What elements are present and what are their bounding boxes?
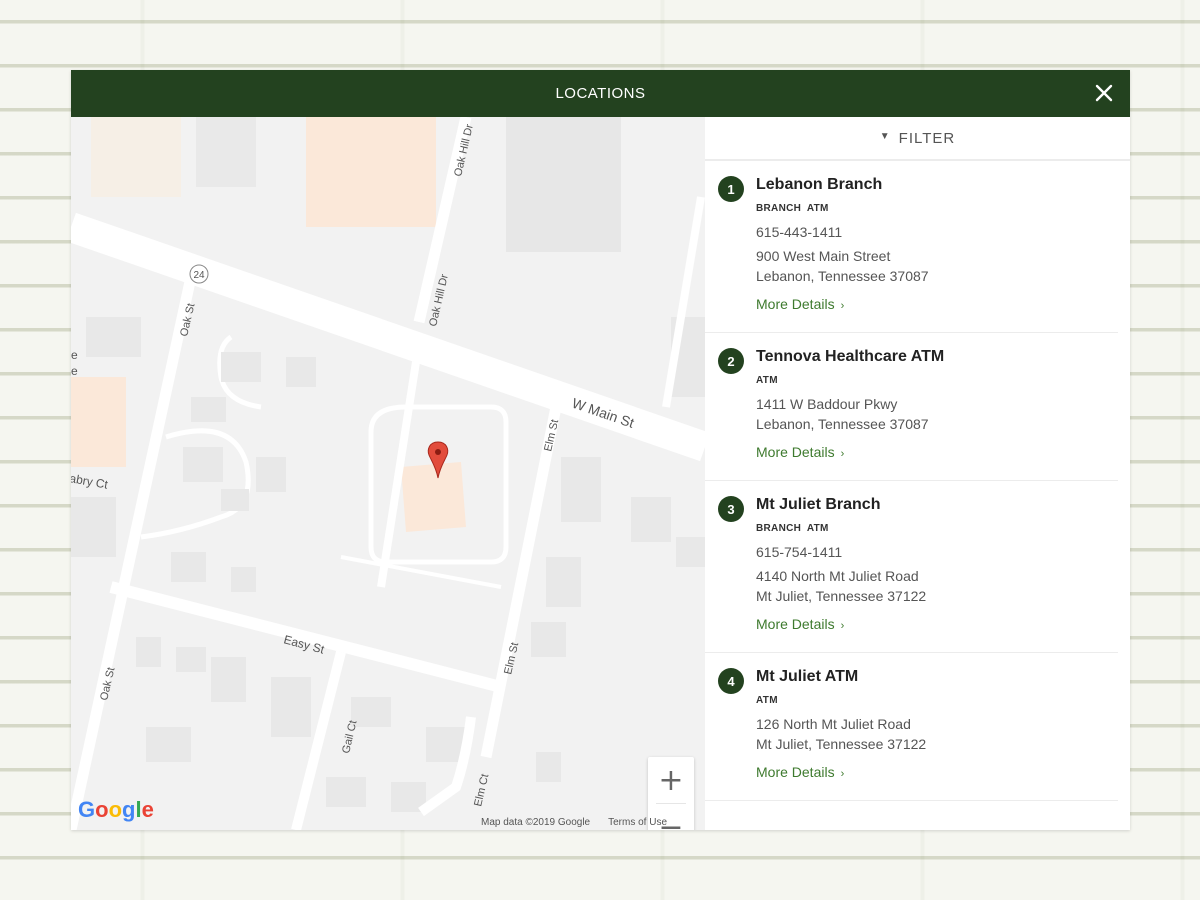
- location-item[interactable]: 2 Tennova Healthcare ATM ATM 1411 W Badd…: [705, 333, 1118, 481]
- house: [211, 657, 246, 702]
- filter-label: FILTER: [898, 129, 956, 147]
- building-top-left: [91, 117, 181, 197]
- house: [221, 489, 249, 511]
- location-phone[interactable]: 615-443-1411: [756, 223, 1118, 241]
- house: [191, 397, 226, 422]
- google-logo[interactable]: Google: [78, 797, 154, 823]
- building-top: [196, 117, 256, 187]
- house: [546, 557, 581, 607]
- location-tags: BRANCH ATM: [756, 523, 829, 534]
- location-tags: ATM: [756, 375, 778, 386]
- building-orange-top: [306, 117, 436, 227]
- more-details-label: More Details: [756, 444, 835, 460]
- map-data-credit: Map data ©2019 Google: [481, 817, 591, 828]
- house: [183, 447, 223, 482]
- location-item[interactable]: 1 Lebanon Branch BRANCH ATM 615-443-1411…: [705, 161, 1118, 333]
- building-left: [86, 317, 141, 357]
- location-phone[interactable]: 615-754-1411: [756, 543, 1118, 561]
- building-top-right: [506, 117, 621, 252]
- more-details-label: More Details: [756, 296, 835, 312]
- location-tags: ATM: [756, 695, 778, 706]
- more-details-link[interactable]: More Details ›: [756, 296, 844, 312]
- chevron-right-icon: ›: [840, 448, 845, 460]
- chevron-right-icon: ›: [840, 300, 845, 312]
- bank-building: [401, 462, 466, 532]
- house: [136, 637, 161, 667]
- location-number-badge: 2: [718, 348, 744, 374]
- modal-header: LOCATIONS: [71, 70, 1130, 117]
- edge-label: e: [71, 348, 78, 362]
- location-name: Mt Juliet Branch: [756, 496, 881, 513]
- edge-label: e: [71, 364, 78, 378]
- terms-link[interactable]: Terms of Use: [608, 817, 667, 828]
- more-details-label: More Details: [756, 616, 835, 632]
- building-orange-left: [71, 377, 126, 467]
- house: [536, 752, 561, 782]
- house: [171, 552, 206, 582]
- house: [146, 727, 191, 762]
- location-name: Mt Juliet ATM: [756, 668, 859, 685]
- house: [256, 457, 286, 492]
- locations-panel: ▼ FILTER 1 Lebanon Branch BRANCH ATM 615…: [705, 117, 1130, 830]
- building-left-2: [71, 497, 116, 557]
- location-address-line1: 4140 North Mt Juliet Road: [756, 568, 919, 584]
- location-name: Tennova Healthcare ATM: [756, 348, 945, 365]
- house: [326, 777, 366, 807]
- more-details-label: More Details: [756, 764, 835, 780]
- zoom-in-button[interactable]: +: [648, 757, 694, 803]
- location-item[interactable]: 4 Mt Juliet ATM ATM 126 North Mt Juliet …: [705, 653, 1118, 801]
- map[interactable]: 24 W Main St Oak St Oak Hill Dr Oak Hill…: [71, 117, 705, 830]
- house: [531, 622, 566, 657]
- location-number-badge: 3: [718, 496, 744, 522]
- location-address-line2: Lebanon, Tennessee 37087: [756, 416, 929, 432]
- more-details-link[interactable]: More Details ›: [756, 616, 844, 632]
- location-address-line2: Lebanon, Tennessee 37087: [756, 268, 929, 284]
- chevron-right-icon: ›: [840, 768, 845, 780]
- house: [271, 677, 311, 737]
- location-number-badge: 4: [718, 668, 744, 694]
- house: [286, 357, 316, 387]
- location-address-line1: 1411 W Baddour Pkwy: [756, 396, 898, 412]
- house: [561, 457, 601, 522]
- more-details-link[interactable]: More Details ›: [756, 764, 844, 780]
- house: [631, 497, 671, 542]
- locations-modal: LOCATIONS 24 W Main St Oak St Oak Hill D…: [71, 70, 1130, 830]
- house: [676, 537, 705, 567]
- location-address-line1: 900 West Main Street: [756, 248, 891, 264]
- modal-title: LOCATIONS: [555, 85, 646, 102]
- house: [231, 567, 256, 592]
- location-address-line2: Mt Juliet, Tennessee 37122: [756, 736, 927, 752]
- location-address-line2: Mt Juliet, Tennessee 37122: [756, 588, 927, 604]
- location-number-badge: 1: [718, 176, 744, 202]
- more-details-link[interactable]: More Details ›: [756, 444, 844, 460]
- location-name: Lebanon Branch: [756, 176, 883, 193]
- house: [221, 352, 261, 382]
- chevron-right-icon: ›: [840, 620, 845, 632]
- location-item[interactable]: 3 Mt Juliet Branch BRANCH ATM 615-754-14…: [705, 481, 1118, 653]
- chevron-down-icon: ▼: [879, 130, 891, 142]
- house: [176, 647, 206, 672]
- filter-toggle[interactable]: ▼ FILTER: [705, 117, 1130, 161]
- location-address-line1: 126 North Mt Juliet Road: [756, 716, 911, 732]
- location-tags: BRANCH ATM: [756, 203, 829, 214]
- map-footer: Map data ©2019 Google Terms of Use: [481, 817, 667, 828]
- close-icon[interactable]: [1092, 81, 1116, 105]
- route-number: 24: [193, 270, 205, 281]
